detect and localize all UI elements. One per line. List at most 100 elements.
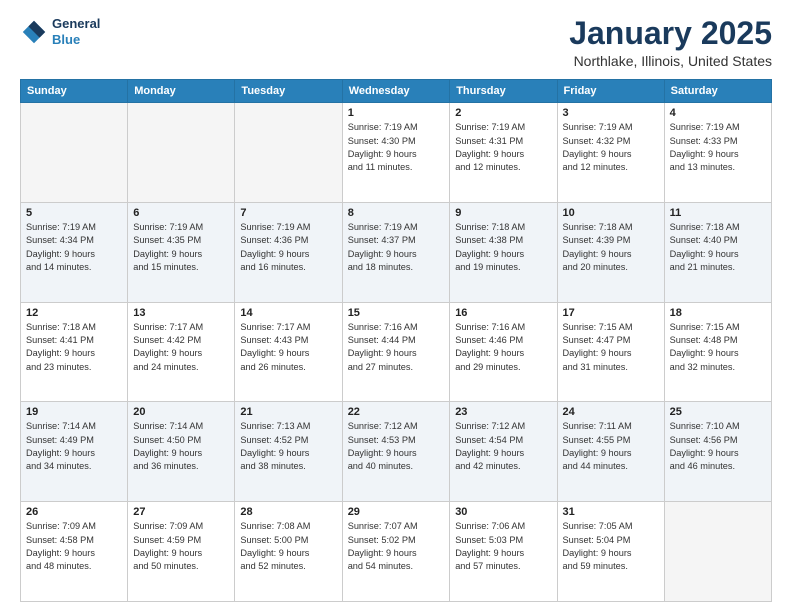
day-info: Sunrise: 7:05 AM Sunset: 5:04 PM Dayligh…	[563, 520, 659, 573]
calendar-cell: 10 Sunrise: 7:18 AM Sunset: 4:39 PM Dayli…	[557, 202, 664, 302]
calendar-table: SundayMondayTuesdayWednesdayThursdayFrid…	[20, 79, 772, 602]
day-number: 19	[26, 406, 122, 418]
calendar-cell	[664, 502, 771, 602]
day-info: Sunrise: 7:19 AM Sunset: 4:30 PM Dayligh…	[348, 121, 445, 174]
weekday-header-sunday: Sunday	[21, 80, 128, 103]
day-number: 1	[348, 107, 445, 119]
day-number: 11	[670, 207, 766, 219]
day-info: Sunrise: 7:19 AM Sunset: 4:31 PM Dayligh…	[455, 121, 551, 174]
day-info: Sunrise: 7:16 AM Sunset: 4:44 PM Dayligh…	[348, 321, 445, 374]
day-number: 31	[563, 506, 659, 518]
calendar-cell: 9 Sunrise: 7:18 AM Sunset: 4:38 PM Daylig…	[450, 202, 557, 302]
day-info: Sunrise: 7:09 AM Sunset: 4:58 PM Dayligh…	[26, 520, 122, 573]
calendar-cell: 12 Sunrise: 7:18 AM Sunset: 4:41 PM Dayli…	[21, 302, 128, 402]
day-info: Sunrise: 7:09 AM Sunset: 4:59 PM Dayligh…	[133, 520, 229, 573]
page: General Blue January 2025 Northlake, Ill…	[0, 0, 792, 612]
day-info: Sunrise: 7:15 AM Sunset: 4:47 PM Dayligh…	[563, 321, 659, 374]
day-number: 15	[348, 307, 445, 319]
day-number: 12	[26, 307, 122, 319]
day-info: Sunrise: 7:19 AM Sunset: 4:37 PM Dayligh…	[348, 221, 445, 274]
logo-line2: Blue	[52, 32, 100, 48]
day-number: 2	[455, 107, 551, 119]
calendar-cell: 27 Sunrise: 7:09 AM Sunset: 4:59 PM Dayli…	[128, 502, 235, 602]
logo-icon	[20, 18, 48, 46]
calendar-cell: 5Sunrise: 7:19 AM Sunset: 4:34 PM Daylig…	[21, 202, 128, 302]
day-info: Sunrise: 7:19 AM Sunset: 4:34 PM Dayligh…	[26, 221, 122, 274]
calendar-week-row: 19 Sunrise: 7:14 AM Sunset: 4:49 PM Dayli…	[21, 402, 772, 502]
month-title: January 2025	[569, 16, 772, 51]
calendar-cell: 26 Sunrise: 7:09 AM Sunset: 4:58 PM Dayli…	[21, 502, 128, 602]
day-info: Sunrise: 7:12 AM Sunset: 4:54 PM Dayligh…	[455, 420, 551, 473]
day-info: Sunrise: 7:15 AM Sunset: 4:48 PM Dayligh…	[670, 321, 766, 374]
day-number: 9	[455, 207, 551, 219]
day-info: Sunrise: 7:18 AM Sunset: 4:39 PM Dayligh…	[563, 221, 659, 274]
day-number: 3	[563, 107, 659, 119]
calendar-cell: 2 Sunrise: 7:19 AM Sunset: 4:31 PM Daylig…	[450, 103, 557, 203]
calendar-week-row: 5Sunrise: 7:19 AM Sunset: 4:34 PM Daylig…	[21, 202, 772, 302]
calendar-cell: 17 Sunrise: 7:15 AM Sunset: 4:47 PM Dayli…	[557, 302, 664, 402]
day-info: Sunrise: 7:12 AM Sunset: 4:53 PM Dayligh…	[348, 420, 445, 473]
day-number: 20	[133, 406, 229, 418]
weekday-header-saturday: Saturday	[664, 80, 771, 103]
day-info: Sunrise: 7:13 AM Sunset: 4:52 PM Dayligh…	[240, 420, 336, 473]
day-number: 13	[133, 307, 229, 319]
calendar-cell: 18 Sunrise: 7:15 AM Sunset: 4:48 PM Dayli…	[664, 302, 771, 402]
calendar-cell: 6 Sunrise: 7:19 AM Sunset: 4:35 PM Daylig…	[128, 202, 235, 302]
calendar-cell: 4 Sunrise: 7:19 AM Sunset: 4:33 PM Daylig…	[664, 103, 771, 203]
day-number: 29	[348, 506, 445, 518]
day-info: Sunrise: 7:11 AM Sunset: 4:55 PM Dayligh…	[563, 420, 659, 473]
day-info: Sunrise: 7:17 AM Sunset: 4:42 PM Dayligh…	[133, 321, 229, 374]
day-number: 30	[455, 506, 551, 518]
day-info: Sunrise: 7:18 AM Sunset: 4:41 PM Dayligh…	[26, 321, 122, 374]
calendar-week-row: 26 Sunrise: 7:09 AM Sunset: 4:58 PM Dayli…	[21, 502, 772, 602]
calendar-week-row: 12 Sunrise: 7:18 AM Sunset: 4:41 PM Dayli…	[21, 302, 772, 402]
calendar-cell: 20 Sunrise: 7:14 AM Sunset: 4:50 PM Dayli…	[128, 402, 235, 502]
weekday-header-monday: Monday	[128, 80, 235, 103]
day-info: Sunrise: 7:08 AM Sunset: 5:00 PM Dayligh…	[240, 520, 336, 573]
day-info: Sunrise: 7:14 AM Sunset: 4:50 PM Dayligh…	[133, 420, 229, 473]
day-number: 22	[348, 406, 445, 418]
weekday-header-row: SundayMondayTuesdayWednesdayThursdayFrid…	[21, 80, 772, 103]
day-info: Sunrise: 7:18 AM Sunset: 4:38 PM Dayligh…	[455, 221, 551, 274]
day-info: Sunrise: 7:10 AM Sunset: 4:56 PM Dayligh…	[670, 420, 766, 473]
calendar-cell: 14Sunrise: 7:17 AM Sunset: 4:43 PM Dayli…	[235, 302, 342, 402]
day-number: 24	[563, 406, 659, 418]
day-info: Sunrise: 7:19 AM Sunset: 4:32 PM Dayligh…	[563, 121, 659, 174]
calendar-cell: 30 Sunrise: 7:06 AM Sunset: 5:03 PM Dayli…	[450, 502, 557, 602]
day-number: 6	[133, 207, 229, 219]
day-info: Sunrise: 7:18 AM Sunset: 4:40 PM Dayligh…	[670, 221, 766, 274]
calendar-cell	[21, 103, 128, 203]
day-number: 26	[26, 506, 122, 518]
day-info: Sunrise: 7:06 AM Sunset: 5:03 PM Dayligh…	[455, 520, 551, 573]
weekday-header-wednesday: Wednesday	[342, 80, 450, 103]
calendar-week-row: 1 Sunrise: 7:19 AM Sunset: 4:30 PM Daylig…	[21, 103, 772, 203]
day-number: 18	[670, 307, 766, 319]
day-number: 16	[455, 307, 551, 319]
day-number: 21	[240, 406, 336, 418]
header: General Blue January 2025 Northlake, Ill…	[20, 16, 772, 69]
location-subtitle: Northlake, Illinois, United States	[569, 53, 772, 69]
day-number: 10	[563, 207, 659, 219]
calendar-cell: 31 Sunrise: 7:05 AM Sunset: 5:04 PM Dayli…	[557, 502, 664, 602]
calendar-cell: 15 Sunrise: 7:16 AM Sunset: 4:44 PM Dayli…	[342, 302, 450, 402]
day-info: Sunrise: 7:16 AM Sunset: 4:46 PM Dayligh…	[455, 321, 551, 374]
calendar-cell: 23Sunrise: 7:12 AM Sunset: 4:54 PM Dayli…	[450, 402, 557, 502]
calendar-cell: 8Sunrise: 7:19 AM Sunset: 4:37 PM Daylig…	[342, 202, 450, 302]
calendar-cell: 13 Sunrise: 7:17 AM Sunset: 4:42 PM Dayli…	[128, 302, 235, 402]
weekday-header-tuesday: Tuesday	[235, 80, 342, 103]
day-number: 17	[563, 307, 659, 319]
day-info: Sunrise: 7:17 AM Sunset: 4:43 PM Dayligh…	[240, 321, 336, 374]
day-info: Sunrise: 7:07 AM Sunset: 5:02 PM Dayligh…	[348, 520, 445, 573]
calendar-cell: 22 Sunrise: 7:12 AM Sunset: 4:53 PM Dayli…	[342, 402, 450, 502]
day-number: 4	[670, 107, 766, 119]
day-info: Sunrise: 7:14 AM Sunset: 4:49 PM Dayligh…	[26, 420, 122, 473]
day-number: 27	[133, 506, 229, 518]
day-number: 7	[240, 207, 336, 219]
calendar-cell: 19 Sunrise: 7:14 AM Sunset: 4:49 PM Dayli…	[21, 402, 128, 502]
day-number: 25	[670, 406, 766, 418]
weekday-header-friday: Friday	[557, 80, 664, 103]
calendar-cell: 25 Sunrise: 7:10 AM Sunset: 4:56 PM Dayli…	[664, 402, 771, 502]
day-info: Sunrise: 7:19 AM Sunset: 4:33 PM Dayligh…	[670, 121, 766, 174]
calendar-cell: 29 Sunrise: 7:07 AM Sunset: 5:02 PM Dayli…	[342, 502, 450, 602]
day-info: Sunrise: 7:19 AM Sunset: 4:35 PM Dayligh…	[133, 221, 229, 274]
